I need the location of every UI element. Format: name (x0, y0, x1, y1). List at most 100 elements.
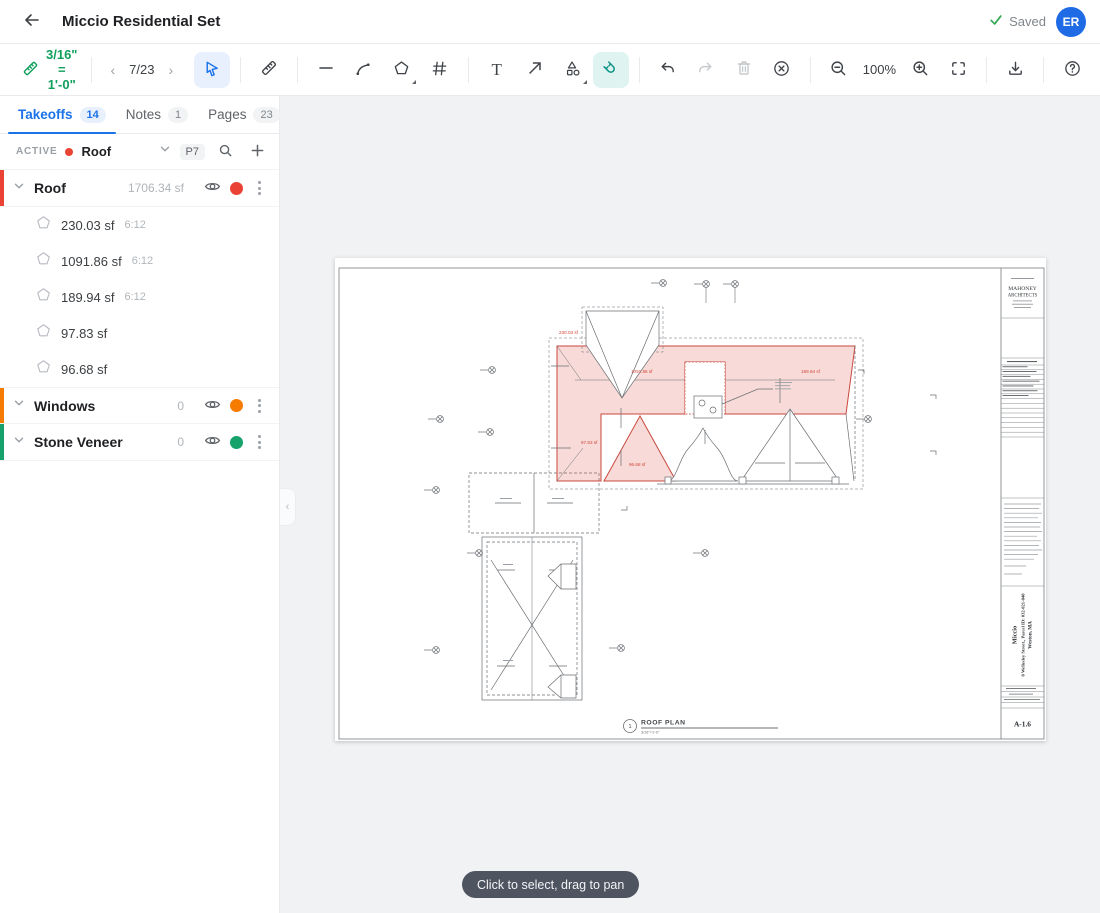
zoom-in-button[interactable] (902, 52, 938, 88)
visibility-toggle[interactable] (200, 430, 224, 454)
visibility-toggle[interactable] (200, 394, 224, 418)
divider (986, 57, 987, 83)
group-color-dot[interactable] (230, 436, 243, 449)
search-button[interactable] (213, 140, 237, 164)
takeoff-group-roof[interactable]: Roof 1706.34 sf (0, 170, 279, 207)
measurement-label: 97.83 sf (581, 440, 598, 445)
active-takeoff-name[interactable]: Roof (81, 144, 111, 159)
divider (240, 57, 241, 83)
tab-label: Pages (208, 107, 246, 122)
eye-icon (204, 178, 221, 198)
item-pitch: 6:12 (125, 291, 146, 303)
measurement-label: 1091.86 sf (631, 369, 653, 374)
tab-label: Notes (126, 107, 161, 122)
sidebar-collapse-handle[interactable]: ‹ (280, 488, 296, 526)
group-total: 0 (177, 435, 184, 449)
tab-pages[interactable]: Pages 23 (198, 96, 290, 133)
ruler-icon (260, 59, 278, 80)
takeoff-item[interactable]: 97.83 sf (0, 315, 279, 351)
chevron-down-icon[interactable] (12, 179, 26, 198)
group-color-bar (0, 388, 4, 423)
sidebar-tabs: Takeoffs 14 Notes 1 Pages 23 (0, 96, 279, 134)
text-tool-button[interactable]: T (479, 52, 515, 88)
back-button[interactable] (16, 6, 48, 38)
measurement-label: 96.68 sf (629, 462, 646, 467)
circle-x-icon (772, 59, 791, 81)
scale-button[interactable]: 3/16" = 1'-0" (18, 41, 81, 98)
select-tool-button[interactable] (194, 52, 230, 88)
magnet-icon (601, 59, 620, 81)
download-icon (1006, 59, 1025, 81)
undo-button[interactable] (650, 52, 686, 88)
zoom-out-button[interactable] (821, 52, 857, 88)
arrow-up-right-icon (526, 59, 544, 80)
delete-button[interactable] (726, 52, 762, 88)
page-navigation: ‹ 7/23 › (106, 58, 177, 82)
divider (297, 57, 298, 83)
help-button[interactable] (1054, 52, 1090, 88)
project-city: Weston, MA (1028, 621, 1034, 649)
group-menu-button[interactable] (249, 177, 269, 199)
line-tool-button[interactable] (308, 52, 344, 88)
pentagon-icon (36, 287, 51, 307)
sheet-border (339, 268, 1044, 739)
tab-notes[interactable]: Notes 1 (116, 96, 198, 133)
plan-sheet[interactable]: MAHONEY ARCHITECTS (335, 258, 1046, 741)
group-total: 0 (177, 399, 184, 413)
redo-button[interactable] (688, 52, 724, 88)
count-tool-button[interactable] (422, 52, 458, 88)
group-menu-button[interactable] (249, 395, 269, 417)
drawing-canvas[interactable]: ‹ MAHONEY ARCHITECTS (280, 96, 1100, 913)
zoom-in-icon (911, 59, 930, 81)
divider (468, 57, 469, 83)
takeoff-item[interactable]: 189.94 sf 6:12 (0, 279, 279, 315)
group-color-dot[interactable] (230, 182, 243, 195)
redo-icon (696, 59, 715, 81)
arrow-tool-button[interactable] (517, 52, 553, 88)
tab-label: Takeoffs (18, 107, 73, 122)
polygon-tool-button[interactable] (384, 52, 420, 88)
prev-page-button[interactable]: ‹ (106, 58, 119, 82)
item-value: 97.83 sf (61, 326, 107, 341)
tab-takeoffs[interactable]: Takeoffs 14 (8, 96, 116, 133)
cursor-arrow-icon (202, 59, 221, 81)
next-page-button[interactable]: › (164, 58, 177, 82)
add-takeoff-button[interactable] (245, 140, 269, 164)
group-color-bar (0, 170, 4, 206)
avatar[interactable]: ER (1056, 7, 1086, 37)
trash-icon (735, 59, 753, 80)
takeoff-group-stone-veneer[interactable]: Stone Veneer 0 (0, 424, 279, 461)
chevron-down-icon[interactable] (158, 142, 172, 161)
takeoff-item[interactable]: 96.68 sf (0, 351, 279, 387)
visibility-toggle[interactable] (200, 176, 224, 200)
takeoff-item[interactable]: 230.03 sf 6:12 (0, 207, 279, 243)
shapes-icon (563, 59, 582, 81)
fullscreen-icon (949, 59, 968, 81)
takeoff-group-windows[interactable]: Windows 0 (0, 387, 279, 424)
takeoff-item[interactable]: 1091.86 sf 6:12 (0, 243, 279, 279)
measure-tool-button[interactable] (251, 52, 287, 88)
group-menu-button[interactable] (249, 431, 269, 453)
zoom-level[interactable]: 100% (859, 62, 900, 77)
takeoff-polygon-gable-roof[interactable] (604, 416, 676, 481)
magnet-snap-tool-button[interactable] (593, 52, 629, 88)
tooltip-text: Click to select, drag to pan (477, 878, 624, 892)
fit-to-screen-button[interactable] (940, 52, 976, 88)
group-name: Stone Veneer (34, 434, 123, 450)
dropdown-caret-icon (412, 80, 416, 84)
chevron-down-icon[interactable] (12, 433, 26, 452)
shapes-tool-button[interactable] (555, 52, 591, 88)
chevron-down-icon[interactable] (12, 396, 26, 415)
group-color-dot[interactable] (230, 399, 243, 412)
item-pitch: 6:12 (125, 219, 146, 231)
save-status: Saved (989, 13, 1046, 30)
title-block: MAHONEY ARCHITECTS (1001, 278, 1044, 729)
download-button[interactable] (997, 52, 1033, 88)
dropdown-caret-icon (583, 80, 587, 84)
check-icon (989, 13, 1003, 30)
deselect-button[interactable] (764, 52, 800, 88)
roof-plan-drawing: MAHONEY ARCHITECTS (335, 258, 1046, 741)
chevron-left-icon: ‹ (286, 501, 290, 513)
tab-count-badge: 14 (80, 107, 106, 123)
curve-tool-button[interactable] (346, 52, 382, 88)
